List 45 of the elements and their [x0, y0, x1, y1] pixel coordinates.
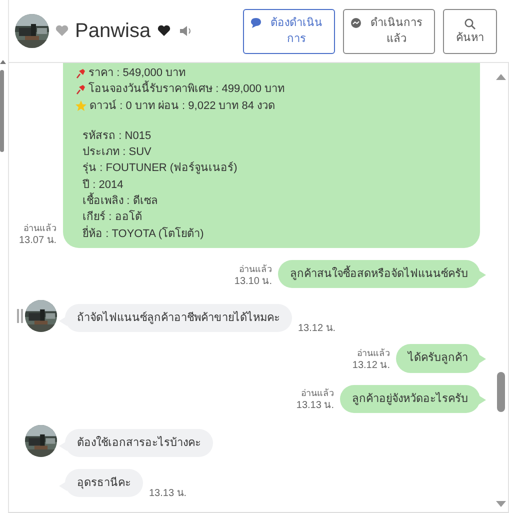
message-text: อุดรธานีคะ — [77, 476, 131, 491]
timestamp: 13.13 น. — [149, 487, 187, 502]
message-text: ประเภท : SUV — [82, 145, 152, 160]
message-text: โอนจองวันนี้รับราคาพิเศษ : 499,000 บาท — [88, 81, 285, 98]
read-receipt: อ่านแล้ว — [300, 387, 334, 400]
heart-icon — [156, 24, 171, 38]
search-icon — [464, 18, 476, 30]
heart-icon — [55, 24, 69, 38]
timestamp: 13.12 น. — [298, 322, 336, 336]
message-text: รุ่น : FOUTUNER (ฟอร์จูนเนอร์) — [82, 160, 238, 176]
filter-button[interactable]: ค้นหา — [443, 8, 497, 54]
message-text: เชื้อเพลิง : ดีเซล — [82, 193, 158, 210]
message-text: ปี : 2014 — [82, 178, 124, 192]
drag-handle-icon[interactable] — [17, 309, 23, 324]
message-text: ถ้าจัดไฟแนนซ์ลูกค้าอาชีพค้าขายได้ไหมคะ — [77, 310, 280, 326]
message-text: ได้ครับลูกค้า — [408, 350, 468, 366]
scrollbar-thumb[interactable] — [497, 372, 505, 412]
message-text: ลูกค้าสนใจซื้อสดหรือจัดไฟแนนซ์ครับ — [290, 266, 468, 282]
timestamp: 13.10 น. — [234, 274, 272, 288]
scrollbar-thumb[interactable] — [0, 70, 4, 152]
timestamp: 13.07 น. — [19, 234, 57, 248]
message-text: ยี่ห้อ : TOYOTA (โตโยต้า) — [82, 226, 204, 242]
speech-bubble-icon — [250, 16, 262, 28]
read-receipt: อ่านแล้ว — [238, 262, 272, 275]
timestamp: 13.12 น. — [352, 359, 390, 373]
read-receipt: อ่านแล้ว — [356, 346, 390, 360]
chat-icon — [350, 16, 362, 28]
scroll-up-arrow-icon[interactable] — [496, 73, 506, 81]
message-text: เกียร์ : ออโต้ — [82, 209, 142, 226]
message-text: ดาวน์ : 0 บาท ผ่อน : 9,022 บาท 84 งวด — [90, 98, 276, 114]
timestamp: 13.13 น. — [296, 399, 334, 413]
star-icon — [74, 100, 87, 112]
pushpin-icon — [74, 67, 86, 80]
filter-button[interactable]: ดำเนินการแล้ว — [343, 8, 435, 54]
contact-name: Panwisa — [75, 19, 151, 44]
message-text: ลูกค้าอยู่จังหวัดอะไรครับ — [352, 391, 468, 407]
message-text: ราคา : 549,000 บาท — [88, 66, 186, 80]
pushpin-icon — [74, 83, 86, 96]
scroll-up-arrow-icon[interactable] — [0, 58, 6, 65]
read-receipt: อ่านแล้ว — [22, 222, 57, 234]
message-text: ต้องใช้เอกสารอะไรบ้างคะ — [77, 435, 201, 451]
speaker-icon[interactable] — [178, 25, 192, 37]
scroll-down-arrow-icon[interactable] — [496, 500, 506, 508]
message-text: รหัสรถ : N015 — [82, 128, 152, 144]
filter-button[interactable]: ต้องดำเนินการ — [243, 8, 335, 54]
